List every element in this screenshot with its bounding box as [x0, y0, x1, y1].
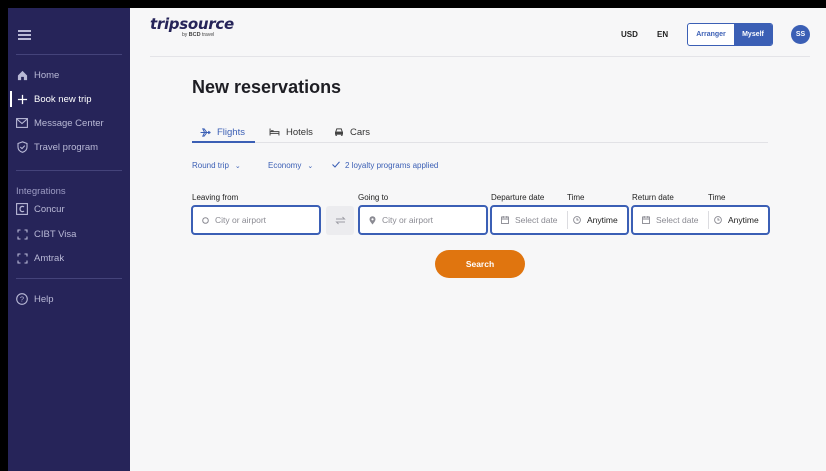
sidebar-item-label: Book new trip: [34, 93, 92, 105]
circle-icon: [202, 216, 209, 224]
departure-date-label: Departure date: [491, 193, 545, 202]
sidebar-divider: [16, 54, 122, 55]
bracket-icon: [16, 228, 28, 240]
sidebar-item-label: Travel program: [34, 141, 99, 153]
departure-time-value: Anytime: [587, 215, 618, 225]
home-icon: [16, 69, 28, 81]
bracket-icon: [16, 252, 28, 264]
going-to-input[interactable]: City or airport: [358, 205, 488, 235]
return-time-value: Anytime: [728, 215, 759, 225]
clock-icon: [573, 216, 581, 224]
leaving-from-input[interactable]: City or airport: [191, 205, 321, 235]
concur-icon: [16, 203, 28, 215]
location-pin-icon: [369, 215, 376, 225]
sidebar-item-label: Message Center: [34, 117, 104, 129]
user-avatar[interactable]: SS: [791, 25, 810, 44]
sidebar-item-cibt-visa[interactable]: CIBT Visa: [16, 225, 124, 243]
plane-icon: [200, 127, 211, 137]
sidebar-item-label: Help: [34, 293, 54, 305]
return-date-label: Return date: [632, 193, 674, 202]
cabin-class-dropdown[interactable]: Economy ⌄: [268, 161, 313, 170]
tab-label: Cars: [350, 126, 371, 138]
active-tab-indicator: [192, 141, 255, 143]
sidebar: Home Book new trip Message Center Travel…: [8, 8, 130, 471]
page-title: New reservations: [192, 77, 342, 97]
calendar-icon: [642, 216, 650, 224]
bed-icon: [269, 128, 280, 136]
return-date-placeholder: Select date: [656, 215, 699, 225]
tab-label: Flights: [217, 126, 245, 138]
leaving-from-placeholder: City or airport: [215, 215, 267, 225]
sidebar-item-book-new-trip[interactable]: Book new trip: [10, 90, 124, 108]
swap-icon: [334, 212, 346, 230]
sidebar-item-concur[interactable]: Concur: [16, 200, 124, 218]
sidebar-item-label: Concur: [34, 203, 65, 215]
sidebar-item-travel-program[interactable]: Travel program: [16, 138, 124, 156]
loyalty-programs-link[interactable]: 2 loyalty programs applied: [332, 161, 438, 170]
brand-name: tripsource: [150, 15, 234, 33]
svg-text:?: ?: [20, 295, 24, 304]
shield-icon: [16, 141, 28, 153]
tabs-divider: [192, 142, 768, 143]
cabin-class-value: Economy: [268, 161, 302, 170]
chevron-down-icon: ⌄: [307, 162, 314, 170]
mail-icon: [16, 117, 28, 129]
return-time-label: Time: [708, 193, 726, 202]
return-date-input[interactable]: Select date: [633, 207, 708, 233]
swap-locations-button[interactable]: [326, 206, 354, 235]
sidebar-item-label: Amtrak: [34, 252, 65, 264]
search-button[interactable]: Search: [435, 250, 525, 278]
trip-type-value: Round trip: [192, 161, 229, 170]
departure-date-field[interactable]: Select date Anytime: [490, 205, 629, 235]
currency-selector[interactable]: USD: [621, 30, 638, 39]
tab-flights[interactable]: Flights: [200, 122, 245, 142]
sidebar-item-message-center[interactable]: Message Center: [16, 114, 124, 132]
tab-cars[interactable]: Cars: [334, 122, 370, 142]
tab-hotels[interactable]: Hotels: [269, 122, 313, 142]
departure-date-input[interactable]: Select date: [492, 207, 567, 233]
return-date-field[interactable]: Select date Anytime: [631, 205, 770, 235]
check-icon: [332, 161, 340, 170]
hamburger-menu-icon[interactable]: [18, 30, 31, 40]
car-icon: [334, 128, 344, 136]
sidebar-divider: [16, 278, 122, 279]
going-to-label: Going to: [358, 193, 389, 202]
integrations-heading: Integrations: [16, 186, 66, 197]
tripsource-logo[interactable]: tripsource by BCD travel: [150, 15, 234, 38]
help-icon: ?: [16, 293, 28, 305]
arranger-toggle-option[interactable]: Arranger: [688, 24, 734, 45]
loyalty-text: 2 loyalty programs applied: [345, 161, 439, 170]
clock-icon: [714, 216, 722, 224]
sidebar-divider: [16, 170, 122, 171]
departure-date-placeholder: Select date: [515, 215, 558, 225]
going-to-placeholder: City or airport: [382, 215, 434, 225]
sidebar-item-help[interactable]: ? Help: [16, 290, 124, 308]
leaving-from-label: Leaving from: [192, 193, 239, 202]
calendar-icon: [501, 216, 509, 224]
sidebar-item-label: Home: [34, 69, 60, 81]
plus-icon: [16, 93, 28, 105]
trip-type-dropdown[interactable]: Round trip ⌄: [192, 161, 241, 170]
header-divider: [150, 56, 810, 57]
departure-time-label: Time: [567, 193, 585, 202]
sidebar-item-label: CIBT Visa: [34, 228, 77, 240]
return-time-select[interactable]: Anytime: [709, 207, 759, 233]
language-selector[interactable]: EN: [657, 30, 668, 39]
sidebar-item-amtrak[interactable]: Amtrak: [16, 249, 124, 267]
sidebar-item-home[interactable]: Home: [16, 66, 124, 84]
chevron-down-icon: ⌄: [234, 162, 241, 170]
app-window: Home Book new trip Message Center Travel…: [8, 8, 826, 471]
tab-label: Hotels: [286, 126, 313, 138]
myself-toggle-option[interactable]: Myself: [734, 24, 772, 45]
role-toggle: Arranger Myself: [687, 23, 773, 46]
departure-time-select[interactable]: Anytime: [568, 207, 618, 233]
